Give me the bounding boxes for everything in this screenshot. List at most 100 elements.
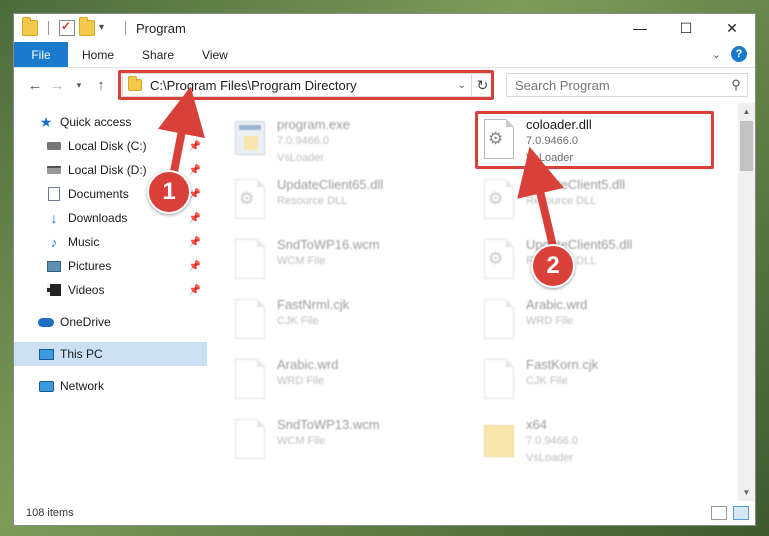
pin-icon[interactable]: 📌 bbox=[189, 213, 201, 224]
separator bbox=[125, 21, 126, 35]
search-box[interactable]: Search Program ⚲ bbox=[506, 73, 748, 97]
dll-icon: ⚙ bbox=[480, 177, 516, 221]
quick-access-toolbar: ▾ Program bbox=[22, 17, 186, 36]
file-version: 7.0.9466.0 bbox=[277, 135, 329, 147]
pin-icon[interactable]: 📌 bbox=[189, 237, 201, 248]
file-type: CJK File bbox=[526, 375, 568, 387]
cloud-icon bbox=[38, 314, 54, 330]
sidebar-item-label: Network bbox=[60, 379, 105, 393]
file-item[interactable]: x64 7.0.9466.0 VsLoader bbox=[480, 417, 710, 477]
pin-icon[interactable]: 📌 bbox=[189, 285, 201, 296]
file-type: WCM File bbox=[277, 435, 326, 447]
file-item[interactable]: Arabic.wrd WRD File bbox=[231, 357, 461, 417]
details-view-icon[interactable] bbox=[711, 506, 727, 520]
sidebar-item-label: Quick access bbox=[60, 115, 132, 129]
large-icons-view-icon[interactable] bbox=[733, 506, 749, 520]
sidebar-item-this-pc[interactable]: This PC bbox=[14, 342, 207, 366]
file-name: UpdateClient65.dll bbox=[277, 177, 384, 192]
highlight-box bbox=[475, 111, 714, 169]
tab-home[interactable]: Home bbox=[68, 42, 128, 67]
pin-icon[interactable]: 📌 bbox=[189, 261, 201, 272]
properties-icon[interactable] bbox=[59, 19, 75, 36]
file-name: FastKorn.cjk bbox=[526, 357, 599, 372]
dll-icon: ⚙ bbox=[231, 177, 267, 221]
expand-ribbon-icon[interactable]: ⌄ bbox=[712, 48, 721, 61]
file-name: SndToWP13.wcm bbox=[277, 417, 380, 432]
pin-icon[interactable]: 📌 bbox=[189, 165, 201, 176]
separator bbox=[48, 21, 49, 35]
file-item[interactable]: ⚙ UpdateClient65.dll Resource DLL bbox=[231, 177, 461, 237]
file-item[interactable]: FastNrml.cjk CJK File bbox=[231, 297, 461, 357]
disk-icon bbox=[46, 138, 62, 154]
sidebar-item-label: Local Disk (C:) bbox=[68, 139, 147, 153]
scroll-up-icon[interactable]: ▲ bbox=[738, 103, 755, 120]
close-button[interactable]: ✕ bbox=[709, 14, 755, 42]
file-name: FastNrml.cjk bbox=[277, 297, 350, 312]
folder-icon bbox=[480, 417, 516, 461]
tab-view[interactable]: View bbox=[188, 42, 242, 67]
title-bar: ▾ Program — ☐ ✕ bbox=[14, 14, 755, 42]
forward-arrow-icon[interactable]: → bbox=[46, 77, 68, 94]
file-list: program.exe 7.0.9466.0 VsLoader ⚙ coload… bbox=[207, 103, 738, 501]
recent-locations-icon[interactable]: ▾ bbox=[68, 80, 90, 91]
item-count: 108 items bbox=[26, 507, 74, 519]
sidebar-item-label: Local Disk (D:) bbox=[68, 163, 147, 177]
scroll-down-icon[interactable]: ▼ bbox=[738, 484, 755, 501]
sidebar-item-label: Pictures bbox=[68, 259, 112, 273]
file-icon bbox=[231, 297, 267, 341]
sidebar-item-label: OneDrive bbox=[60, 315, 111, 329]
file-item[interactable]: SndToWP16.wcm WCM File bbox=[231, 237, 461, 297]
file-type: WRD File bbox=[526, 315, 574, 327]
up-arrow-icon[interactable]: ↑ bbox=[90, 77, 112, 94]
folder-icon bbox=[22, 17, 38, 36]
file-icon bbox=[231, 237, 267, 281]
sidebar-item-local-disk-c[interactable]: Local Disk (C:) 📌 bbox=[14, 134, 207, 158]
file-name: UpdateClient5.dll bbox=[526, 177, 626, 192]
address-highlight-box bbox=[118, 70, 494, 100]
tab-share[interactable]: Share bbox=[128, 42, 188, 67]
back-arrow-icon[interactable]: ← bbox=[24, 77, 46, 94]
help-icon[interactable]: ? bbox=[731, 46, 747, 62]
sidebar-item-label: This PC bbox=[60, 347, 103, 361]
download-icon: ↓ bbox=[50, 210, 58, 226]
file-version: 7.0.9466.0 bbox=[526, 435, 578, 447]
sidebar-item-label: Videos bbox=[68, 283, 105, 297]
vertical-scrollbar[interactable]: ▲ ▼ bbox=[738, 103, 755, 501]
documents-icon bbox=[46, 186, 62, 202]
tab-file[interactable]: File bbox=[14, 42, 68, 67]
file-description: VsLoader bbox=[526, 452, 574, 464]
dll-icon: ⚙ bbox=[480, 237, 516, 281]
sidebar-item-pictures[interactable]: Pictures 📌 bbox=[14, 254, 207, 278]
sidebar-item-videos[interactable]: Videos 📌 bbox=[14, 278, 207, 302]
file-item[interactable]: ⚙ UpdateClient65.dll Resource DLL bbox=[480, 237, 710, 297]
disk-icon bbox=[46, 162, 62, 178]
sidebar-item-label: Downloads bbox=[68, 211, 128, 225]
file-item[interactable]: SndToWP13.wcm WCM File bbox=[231, 417, 461, 477]
window-title: Program bbox=[136, 20, 186, 36]
file-item[interactable]: Arabic.wrd WRD File bbox=[480, 297, 710, 357]
search-input[interactable]: Search Program bbox=[515, 78, 725, 93]
content-area: ★ Quick access Local Disk (C:) 📌 Local D… bbox=[14, 103, 755, 501]
sidebar-item-label: Music bbox=[68, 235, 100, 249]
sidebar-item-quick-access[interactable]: ★ Quick access bbox=[14, 110, 207, 134]
file-icon bbox=[480, 357, 516, 401]
file-item[interactable]: ⚙ UpdateClient5.dll Resource DLL bbox=[480, 177, 710, 237]
status-bar: 108 items bbox=[14, 501, 755, 525]
pin-icon[interactable]: 📌 bbox=[189, 141, 201, 152]
network-icon bbox=[38, 378, 54, 394]
customize-toolbar-icon[interactable]: ▾ bbox=[99, 20, 115, 36]
new-folder-icon[interactable] bbox=[79, 17, 95, 36]
ribbon-tabs: File Home Share View ⌄ ? bbox=[14, 42, 755, 68]
minimize-button[interactable]: — bbox=[617, 14, 663, 42]
maximize-button[interactable]: ☐ bbox=[663, 14, 709, 42]
file-item[interactable]: program.exe 7.0.9466.0 VsLoader bbox=[231, 117, 461, 177]
search-icon: ⚲ bbox=[731, 77, 741, 92]
file-icon bbox=[480, 297, 516, 341]
sidebar-item-music[interactable]: ♪ Music 📌 bbox=[14, 230, 207, 254]
ribbon-controls: ⌄ ? bbox=[712, 46, 747, 62]
scroll-thumb[interactable] bbox=[740, 121, 753, 171]
sidebar-item-network[interactable]: Network bbox=[14, 374, 207, 398]
file-type: Resource DLL bbox=[277, 195, 348, 207]
sidebar-item-onedrive[interactable]: OneDrive bbox=[14, 310, 207, 334]
file-item[interactable]: FastKorn.cjk CJK File bbox=[480, 357, 710, 417]
